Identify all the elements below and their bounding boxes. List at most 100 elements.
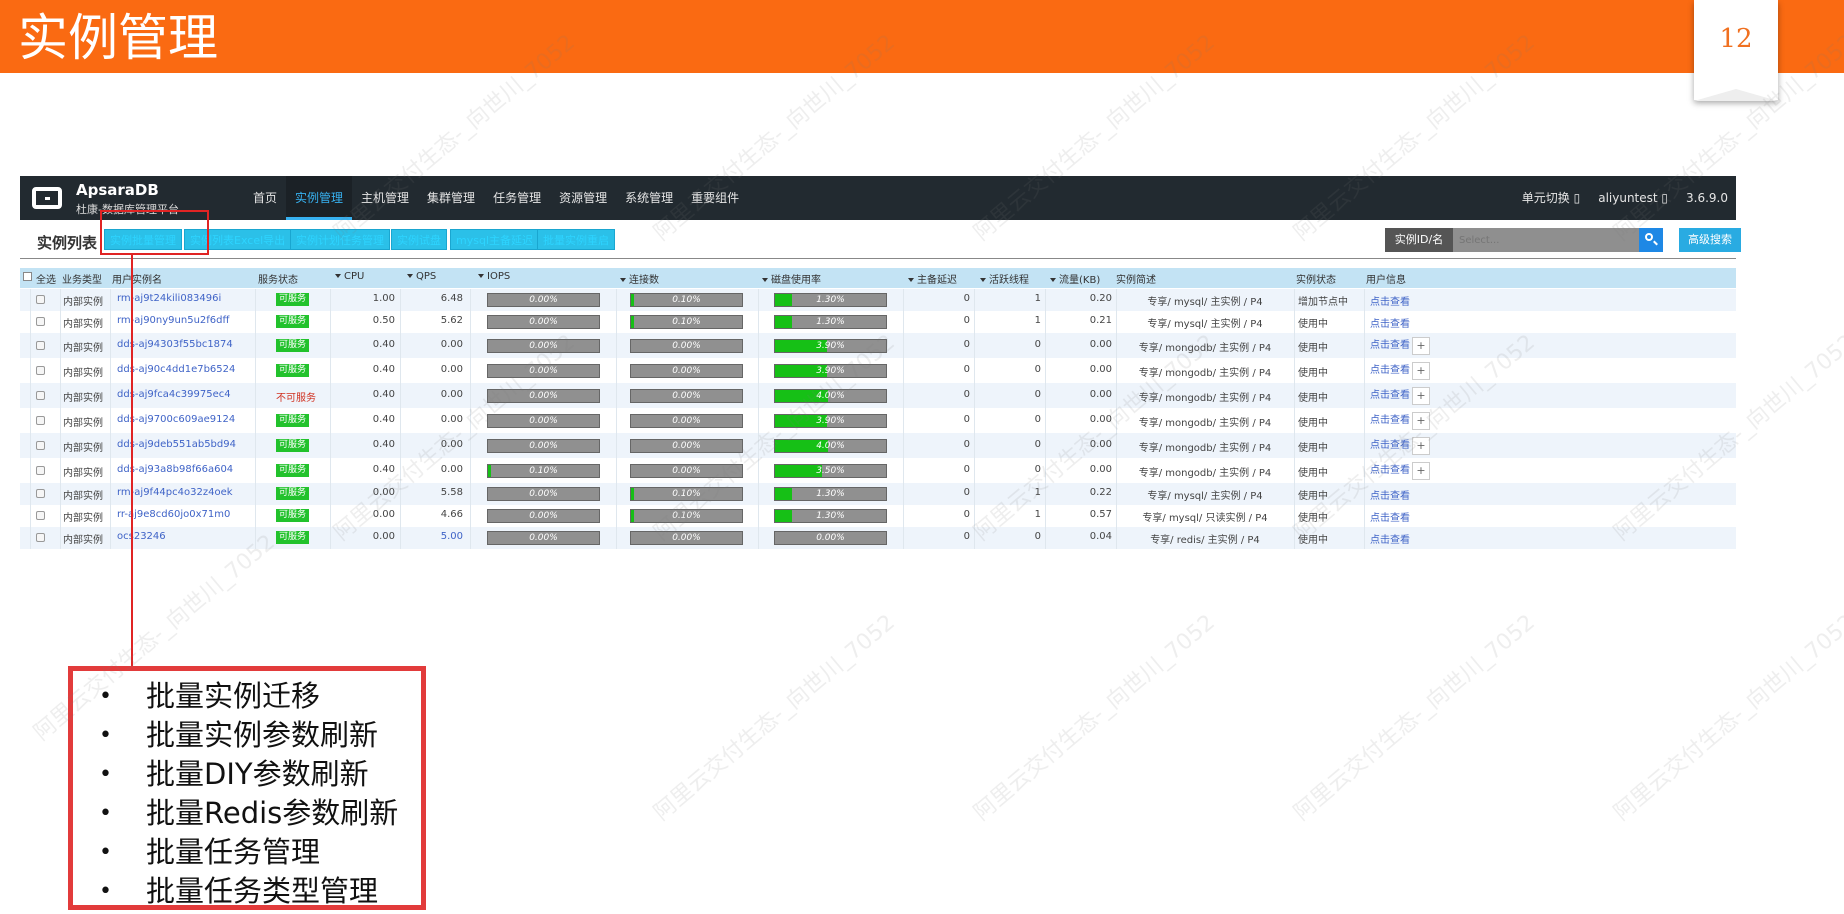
cell-divider bbox=[60, 505, 61, 527]
instance-name-link[interactable]: dds-aj9700c609ae9124 bbox=[117, 414, 235, 425]
disk-progress-label: 3.50% bbox=[816, 466, 845, 476]
nav-item[interactable]: 首页 bbox=[244, 176, 286, 220]
column-header[interactable]: IOPS bbox=[478, 271, 510, 282]
instance-name-link[interactable]: rr-aj9e8cd60jo0x71m0 bbox=[117, 509, 230, 520]
row-checkbox[interactable] bbox=[36, 341, 45, 350]
cell-divider bbox=[1294, 527, 1295, 549]
instance-name-link[interactable]: dds-aj93a8b98f66a604 bbox=[117, 464, 233, 475]
cell-divider bbox=[110, 483, 111, 505]
user-info-link[interactable]: 点击查看 bbox=[1370, 436, 1410, 451]
status-badge: 可服务 bbox=[276, 364, 310, 377]
search-label: 实例ID/名 bbox=[1385, 228, 1453, 252]
instance-name-link[interactable]: rm-aj90ny9un5u2f6dff bbox=[117, 315, 229, 326]
row-checkbox[interactable] bbox=[36, 466, 45, 475]
column-header[interactable]: 流量(KB) bbox=[1050, 271, 1100, 286]
column-header[interactable]: 连接数 bbox=[620, 271, 659, 286]
search-icon[interactable] bbox=[1639, 228, 1663, 252]
disk-progress-label: 1.30% bbox=[816, 295, 845, 305]
row-checkbox[interactable] bbox=[36, 533, 45, 542]
instance-name-link[interactable]: ocs23246 bbox=[117, 531, 166, 542]
expand-plus-icon[interactable]: + bbox=[1412, 412, 1430, 430]
row-checkbox[interactable] bbox=[36, 441, 45, 450]
cell-divider bbox=[330, 358, 331, 383]
row-checkbox[interactable] bbox=[36, 489, 45, 498]
instance-state-cell: 使用中 bbox=[1298, 393, 1328, 404]
batch-restart-button[interactable]: 批量实例重启 bbox=[537, 229, 615, 250]
search-input[interactable] bbox=[1453, 228, 1639, 252]
instance-name-link[interactable]: dds-aj94303f55bc1874 bbox=[117, 339, 233, 350]
table-row: 内部实例 dds-aj9700c609ae9124 可服务 0.40 0.00 0.00%… bbox=[20, 408, 1736, 433]
user-info-link[interactable]: 点击查看 bbox=[1370, 361, 1410, 376]
row-checkbox[interactable] bbox=[36, 295, 45, 304]
select-all-checkbox[interactable] bbox=[23, 272, 32, 281]
cpu-cell: 0.40 bbox=[372, 339, 395, 350]
scheduled-task-button[interactable]: 实例计划任务管理 bbox=[290, 229, 390, 250]
trial-disk-button[interactable]: 实例试盘 bbox=[391, 229, 447, 250]
column-header[interactable]: CPU bbox=[335, 271, 364, 282]
user-info-link[interactable]: 点击查看 bbox=[1370, 531, 1410, 546]
cell-divider bbox=[330, 383, 331, 408]
nav-item[interactable]: 资源管理 bbox=[550, 176, 616, 220]
row-checkbox[interactable] bbox=[36, 366, 45, 375]
cell-divider bbox=[903, 311, 904, 333]
instance-desc-cell: 专享/ mysql/ 主实例 / P4 bbox=[1147, 319, 1263, 330]
traffic-cell: 0.00 bbox=[1089, 389, 1112, 400]
mysql-delay-button[interactable]: mysql主备延迟 bbox=[450, 229, 539, 250]
watermark-text: 阿里云交付生态-_向世川_7052 bbox=[1609, 610, 1844, 826]
unit-switch-menu[interactable]: 单元切换 ▯ bbox=[1522, 176, 1580, 220]
instance-state-cell: 使用中 bbox=[1298, 491, 1328, 502]
disk-progress-label: 0.00% bbox=[816, 533, 845, 543]
expand-plus-icon[interactable]: + bbox=[1412, 387, 1430, 405]
nav-item[interactable]: 集群管理 bbox=[418, 176, 484, 220]
advanced-search-button[interactable]: 高级搜索 bbox=[1679, 228, 1741, 252]
instance-name-link[interactable]: dds-aj9deb551ab5bd94 bbox=[117, 439, 236, 450]
instance-desc-cell: 专享/ mysql/ 主实例 / P4 bbox=[1147, 491, 1263, 502]
row-checkbox[interactable] bbox=[36, 511, 45, 520]
instance-name-link[interactable]: rm-aj9f44pc4o32z4oek bbox=[117, 487, 233, 498]
row-checkbox[interactable] bbox=[36, 416, 45, 425]
qps-cell: 5.58 bbox=[440, 487, 463, 498]
threads-cell: 1 bbox=[1034, 487, 1041, 498]
column-header[interactable]: QPS bbox=[407, 271, 436, 282]
brand-name: ApsaraDB bbox=[76, 181, 159, 199]
column-header[interactable]: 主备延迟 bbox=[908, 271, 957, 286]
instance-state-cell: 使用中 bbox=[1298, 468, 1328, 479]
status-badge: 可服务 bbox=[276, 339, 310, 352]
cell-divider bbox=[400, 527, 401, 549]
expand-plus-icon[interactable]: + bbox=[1412, 437, 1430, 455]
instance-name-link[interactable]: dds-aj90c4dd1e7b6524 bbox=[117, 364, 235, 375]
user-info-link[interactable]: 点击查看 bbox=[1370, 336, 1410, 351]
cell-divider bbox=[1294, 383, 1295, 408]
user-info-link[interactable]: 点击查看 bbox=[1370, 411, 1410, 426]
nav-item[interactable]: 任务管理 bbox=[484, 176, 550, 220]
watermark-text: 阿里云交付生态-_向世川_7052 bbox=[1289, 610, 1540, 826]
expand-plus-icon[interactable]: + bbox=[1412, 362, 1430, 380]
expand-plus-icon[interactable]: + bbox=[1412, 462, 1430, 480]
expand-plus-icon[interactable]: + bbox=[1412, 337, 1430, 355]
apsaradb-logo-icon bbox=[32, 187, 62, 209]
column-header[interactable]: 活跃线程 bbox=[980, 271, 1029, 286]
nav-item[interactable]: 系统管理 bbox=[616, 176, 682, 220]
instance-name-link[interactable]: dds-aj9fca4c39975ec4 bbox=[117, 389, 231, 400]
cell-divider bbox=[110, 311, 111, 333]
column-header[interactable]: 磁盘使用率 bbox=[762, 271, 821, 286]
nav-item[interactable]: 主机管理 bbox=[352, 176, 418, 220]
table-row: 内部实例 ocs23246 可服务 0.00 5.00 0.00% 0.00% 0.00% 0 0… bbox=[20, 527, 1736, 549]
row-checkbox[interactable] bbox=[36, 391, 45, 400]
user-info-link[interactable]: 点击查看 bbox=[1370, 509, 1410, 524]
conn-progress-label: 0.00% bbox=[672, 341, 701, 351]
cell-divider bbox=[30, 483, 31, 505]
user-menu[interactable]: aliyuntest ▯ bbox=[1598, 176, 1668, 220]
cell-divider bbox=[330, 505, 331, 527]
row-checkbox[interactable] bbox=[36, 317, 45, 326]
nav-item[interactable]: 实例管理 bbox=[286, 176, 353, 220]
user-info-link[interactable]: 点击查看 bbox=[1370, 293, 1410, 308]
user-info-link[interactable]: 点击查看 bbox=[1370, 461, 1410, 476]
traffic-cell: 0.22 bbox=[1089, 487, 1112, 498]
user-info-link[interactable]: 点击查看 bbox=[1370, 487, 1410, 502]
instance-state-cell: 使用中 bbox=[1298, 319, 1328, 330]
threads-cell: 0 bbox=[1034, 364, 1041, 375]
nav-item[interactable]: 重要组件 bbox=[682, 176, 748, 220]
user-info-link[interactable]: 点击查看 bbox=[1370, 386, 1410, 401]
user-info-link[interactable]: 点击查看 bbox=[1370, 315, 1410, 330]
